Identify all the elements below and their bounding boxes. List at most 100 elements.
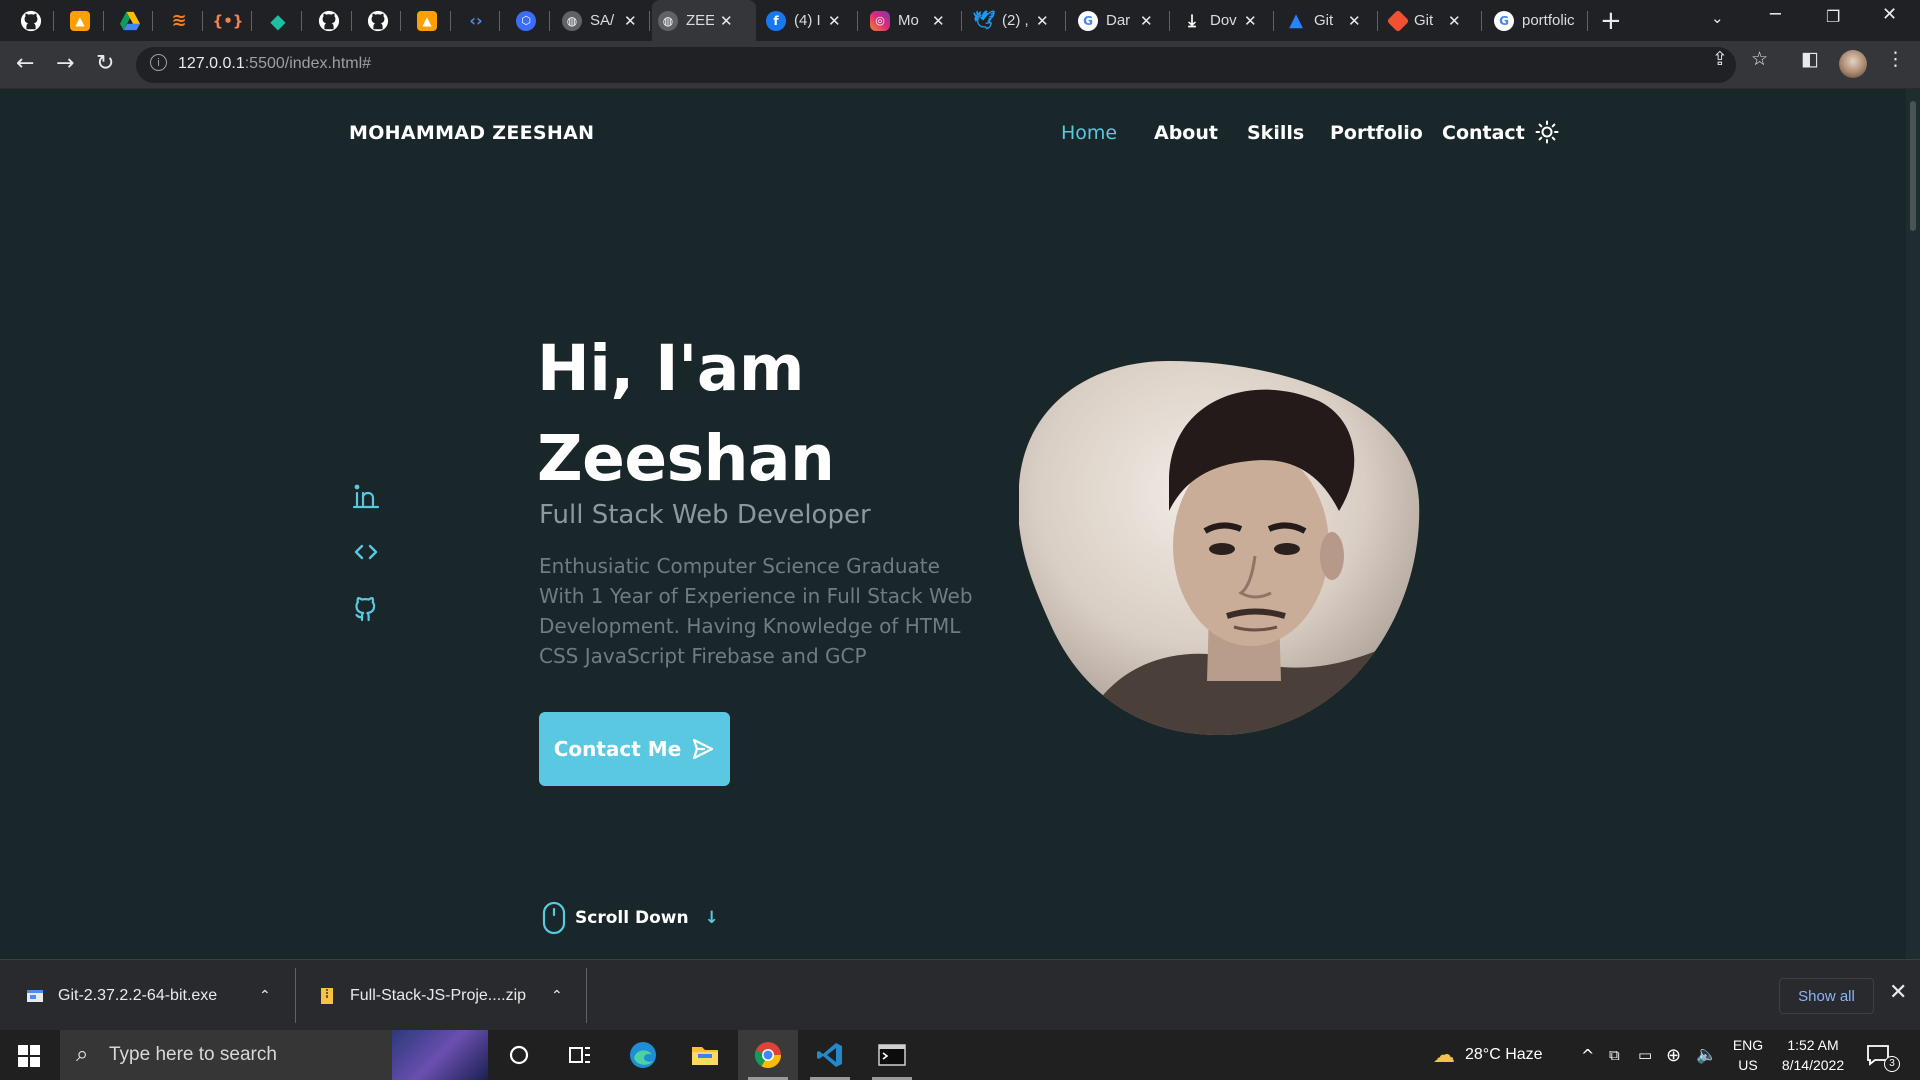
- scroll-down-label: Scroll Down: [575, 908, 689, 928]
- task-view-button[interactable]: [550, 1030, 610, 1080]
- code-icon[interactable]: [352, 538, 380, 566]
- close-icon[interactable]: ✕: [720, 12, 733, 30]
- tab-code-brackets[interactable]: {•}: [212, 0, 252, 41]
- tab-google-dar[interactable]: G Dar ✕: [1072, 0, 1170, 41]
- clock-date: 8/14/2022: [1781, 1057, 1845, 1073]
- tab-atlassian-git[interactable]: ▲ Git ✕: [1280, 0, 1378, 41]
- scrollbar-thumb[interactable]: [1910, 101, 1916, 231]
- nav-home[interactable]: Home: [1061, 122, 1117, 144]
- tab-stackoverflow[interactable]: ≋: [163, 0, 203, 41]
- language-region: US: [1738, 1057, 1758, 1073]
- side-panel-icon[interactable]: ◧: [1801, 48, 1819, 70]
- sun-icon[interactable]: [1535, 120, 1559, 144]
- taskbar-file-explorer[interactable]: [675, 1030, 735, 1080]
- nav-about[interactable]: About: [1154, 122, 1218, 144]
- tab-title: Git: [1314, 12, 1334, 29]
- tab-sa[interactable]: ◍ SA/ ✕: [556, 0, 650, 41]
- tab-google-drive[interactable]: [113, 0, 153, 41]
- github-icon[interactable]: [352, 594, 380, 622]
- address-bar[interactable]: i 127.0.0.1:5500/index.html#: [136, 47, 1736, 83]
- taskbar-chrome[interactable]: [738, 1030, 798, 1080]
- webpage: MOHAMMAD ZEESHAN Home About Skills Portf…: [0, 89, 1920, 959]
- browser-toolbar: ← → ↻ i 127.0.0.1:5500/index.html# ⇪ ☆ ◧…: [0, 41, 1920, 89]
- chevron-up-icon[interactable]: ⌃: [259, 988, 271, 1004]
- chevron-up-icon[interactable]: ⌃: [551, 988, 563, 1004]
- tab-portfolio[interactable]: G portfolic: [1488, 0, 1588, 41]
- chrome-icon: [754, 1042, 782, 1069]
- taskbar-search[interactable]: ⌕ Type here to search: [60, 1030, 488, 1080]
- close-icon[interactable]: ✕: [1889, 980, 1907, 1005]
- hexagon-icon: ⬡: [516, 10, 536, 31]
- url-text[interactable]: 127.0.0.1:5500/index.html#: [178, 55, 371, 73]
- minimize-button[interactable]: ─: [1770, 4, 1781, 25]
- tab-firebase[interactable]: ▲: [64, 0, 104, 41]
- language-code: ENG: [1732, 1037, 1764, 1053]
- profile-avatar[interactable]: [1839, 50, 1867, 78]
- site-brand[interactable]: MOHAMMAD ZEESHAN: [349, 122, 594, 144]
- close-icon[interactable]: ✕: [828, 12, 841, 30]
- windows-start-icon[interactable]: [18, 1045, 40, 1067]
- tab-hexagon[interactable]: ⬡: [510, 0, 550, 41]
- tab-github[interactable]: [14, 0, 54, 41]
- download-filename: Git-2.37.2.2-64-bit.exe: [58, 986, 218, 1004]
- download-filename: Full-Stack-JS-Proje....zip: [350, 986, 527, 1004]
- share-icon[interactable]: ⇪: [1712, 48, 1728, 70]
- close-icon[interactable]: ✕: [624, 12, 637, 30]
- show-all-button[interactable]: Show all: [1779, 978, 1874, 1014]
- nav-skills[interactable]: Skills: [1247, 122, 1304, 144]
- tab-code[interactable]: ‹›: [460, 0, 500, 41]
- linkedin-icon[interactable]: [352, 481, 380, 509]
- download-icon: ⤓: [1188, 10, 1196, 31]
- tab-twitter[interactable]: 🕊 (2) , ✕: [968, 0, 1066, 41]
- restore-button[interactable]: ❐: [1826, 7, 1840, 26]
- language-indicator[interactable]: ENG US: [1729, 1035, 1767, 1075]
- site-info-icon[interactable]: i: [150, 54, 167, 71]
- reload-button[interactable]: ↻: [96, 51, 114, 76]
- tab-download[interactable]: ⤓ Dov ✕: [1176, 0, 1274, 41]
- chevron-up-icon[interactable]: ^: [1581, 1030, 1594, 1080]
- tab-instagram[interactable]: ◎ Mo ✕: [864, 0, 962, 41]
- tab-facebook[interactable]: f (4) I ✕: [760, 0, 858, 41]
- battery-icon[interactable]: ▭: [1638, 1030, 1652, 1080]
- cortana-button[interactable]: [489, 1030, 549, 1080]
- hero-title-line-2: Zeeshan: [537, 422, 835, 495]
- taskbar-edge[interactable]: [613, 1030, 673, 1080]
- download-item[interactable]: Full-Stack-JS-Proje....zip ⌃: [318, 960, 570, 1031]
- close-icon[interactable]: ✕: [1348, 12, 1361, 30]
- taskbar-vscode[interactable]: [800, 1030, 860, 1080]
- network-globe-icon[interactable]: ⊕: [1666, 1030, 1681, 1080]
- new-tab-button[interactable]: +: [1600, 6, 1622, 36]
- tab-title: SA/: [590, 12, 615, 29]
- code-icon: ‹›: [469, 11, 483, 30]
- back-button[interactable]: ←: [16, 51, 34, 76]
- notification-center-button[interactable]: 3: [1866, 1030, 1900, 1080]
- tab-github-3[interactable]: [361, 0, 401, 41]
- weather-cloudy-moon-icon: ☁: [1433, 1042, 1455, 1068]
- close-icon[interactable]: ✕: [1244, 12, 1257, 30]
- meet-now-icon[interactable]: ⧉: [1609, 1030, 1620, 1080]
- tab-firebase-2[interactable]: ▲: [411, 0, 451, 41]
- contact-me-button[interactable]: Contact Me: [539, 712, 730, 786]
- page-scrollbar[interactable]: [1906, 89, 1920, 959]
- tab-search-chevron-icon[interactable]: ⌄: [1711, 9, 1724, 27]
- nav-portfolio[interactable]: Portfolio: [1330, 122, 1423, 144]
- forward-button[interactable]: →: [56, 51, 74, 76]
- nav-contact[interactable]: Contact: [1442, 122, 1525, 144]
- close-icon[interactable]: ✕: [1036, 12, 1049, 30]
- bookmark-star-icon[interactable]: ☆: [1751, 48, 1768, 70]
- weather-widget[interactable]: ☁ 28°C Haze: [1433, 1030, 1543, 1080]
- scroll-down-link[interactable]: Scroll Down ↓: [541, 901, 719, 935]
- close-window-button[interactable]: ✕: [1882, 4, 1897, 25]
- menu-kebab-icon[interactable]: ⋮: [1886, 48, 1905, 70]
- close-icon[interactable]: ✕: [932, 12, 945, 30]
- tab-github-2[interactable]: [312, 0, 352, 41]
- tab-zee-active[interactable]: ◍ ZEE ✕: [652, 0, 756, 41]
- download-item[interactable]: Git-2.37.2.2-64-bit.exe ⌃: [26, 960, 274, 1031]
- close-icon[interactable]: ✕: [1140, 12, 1153, 30]
- taskbar-terminal[interactable]: [862, 1030, 922, 1080]
- volume-icon[interactable]: 🔈: [1696, 1030, 1717, 1080]
- clock[interactable]: 1:52 AM 8/14/2022: [1774, 1035, 1852, 1075]
- tab-diamond[interactable]: ◆: [262, 0, 302, 41]
- close-icon[interactable]: ✕: [1448, 12, 1461, 30]
- tab-git[interactable]: Git ✕: [1384, 0, 1482, 41]
